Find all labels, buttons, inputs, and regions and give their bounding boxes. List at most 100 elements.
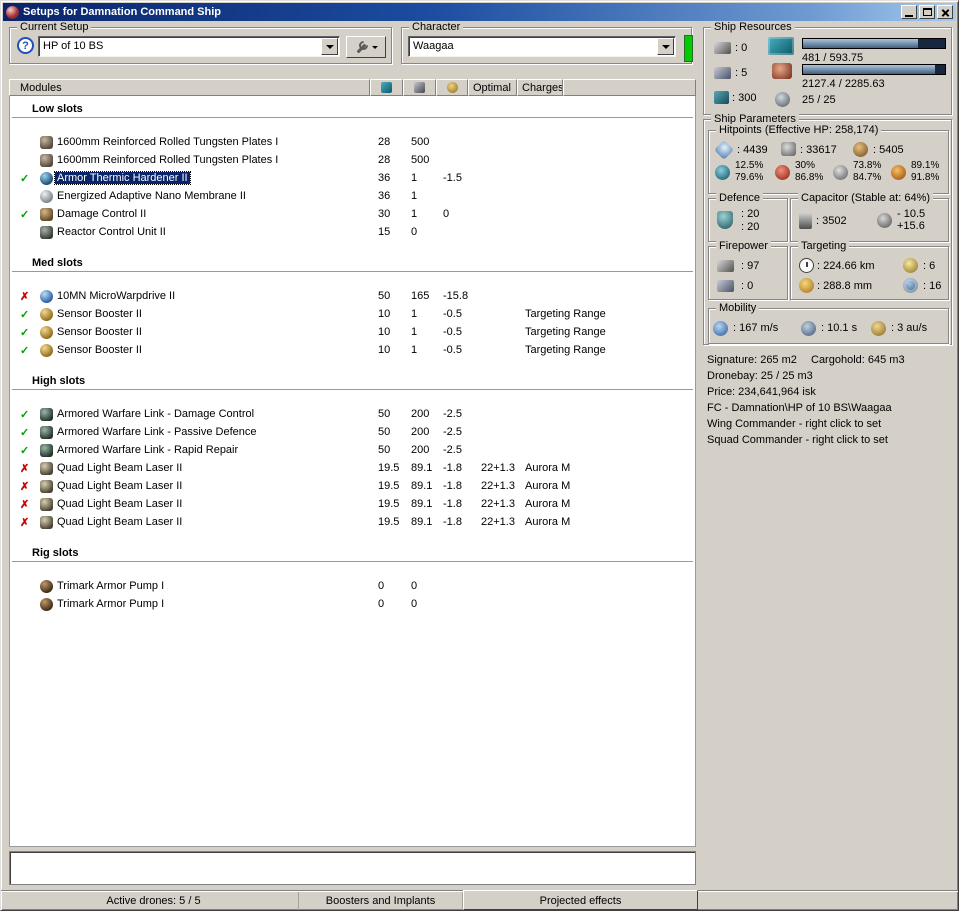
module-row[interactable]: ✗ Quad Light Beam Laser II 19.5 89.1 -1.8 22+… (10, 496, 695, 514)
module-row[interactable]: ✓ Armored Warfare Link - Damage Control 50… (10, 406, 695, 424)
align-time-value: : 10.1 s (821, 322, 858, 334)
module-row[interactable]: Energized Adaptive Nano Membrane II 36 1 (10, 188, 695, 206)
module-row[interactable]: ✓ Armored Warfare Link - Passive Defence 5… (10, 424, 695, 442)
setup-tools-button[interactable] (346, 36, 386, 58)
tab-boosters-implants[interactable]: Boosters and Implants (299, 892, 463, 910)
module-cpu-value: 19.5 (378, 516, 400, 528)
titlebar[interactable]: Setups for Damnation Command Ship (3, 3, 956, 21)
module-row[interactable]: ✗ Quad Light Beam Laser II 19.5 89.1 -1.8 22+… (10, 460, 695, 478)
module-optimal-value: 22+1.3 (481, 516, 515, 528)
modules-column-header[interactable]: Modules (9, 79, 370, 96)
module-row[interactable]: ✗ 10MN MicroWarpdrive II 50 165 -15.8 (10, 288, 695, 306)
projected-effects-panel[interactable] (9, 851, 696, 885)
wing-commander-value[interactable]: Wing Commander - right click to set (707, 418, 953, 434)
status-ok-icon: ✓ (20, 173, 30, 185)
character-combobox[interactable]: Waagaa (408, 36, 676, 57)
module-row[interactable]: Trimark Armor Pump I 0 0 (10, 596, 695, 614)
capacitor-title: Capacitor (Stable at: 64%) (798, 192, 934, 204)
character-combo-dropdown-button[interactable] (657, 38, 674, 55)
optimal-column-header[interactable]: Optimal (468, 79, 517, 96)
setup-combobox-value: HP of 10 BS (43, 40, 104, 52)
cpu-column-header[interactable] (370, 79, 403, 96)
status-ok-icon: ✓ (20, 445, 30, 457)
em-shield-resist: 12.5% (735, 160, 764, 171)
module-powergrid-value: 0 (411, 580, 418, 592)
module-optimal-value: 22+1.3 (481, 480, 515, 492)
nano-membrane-icon (40, 190, 53, 203)
drone-bandwidth-value: 25 / 25 (802, 94, 836, 106)
tab-active-drones[interactable]: Active drones: 5 / 5 (9, 892, 299, 910)
window-title: Setups for Damnation Command Ship (23, 6, 222, 18)
targeting-range-icon (799, 258, 814, 273)
module-row[interactable]: ✓ Armor Thermic Hardener II 36 1 -1.5 (10, 170, 695, 188)
module-powergrid-value: 1 (411, 172, 418, 184)
module-optimal-value: 22+1.3 (481, 498, 515, 510)
module-row[interactable]: ✓ Sensor Booster II 10 1 -0.5 Targeting Range (10, 306, 695, 324)
module-cpu-value: 0 (378, 580, 385, 592)
module-row[interactable]: ✗ Quad Light Beam Laser II 19.5 89.1 -1.8 22+… (10, 478, 695, 496)
module-row[interactable]: ✓ Damage Control II 30 1 0 (10, 206, 695, 224)
module-row[interactable]: ✓ Sensor Booster II 10 1 -0.5 Targeting Range (10, 324, 695, 342)
minimize-button[interactable] (901, 5, 917, 19)
modules-list[interactable]: Low slots 1600mm Reinforced Rolled Tungst… (9, 96, 696, 847)
defence-group: Defence : 20 : 20 (708, 192, 788, 242)
maximize-icon (922, 8, 932, 16)
module-name: 1600mm Reinforced Rolled Tungsten Plates… (57, 154, 279, 166)
cpu-icon (768, 37, 794, 55)
ship-resources-group: Ship Resources : 0 : 5 : 300 481 / 593.7… (703, 21, 952, 115)
scan-resolution-value: : 288.8 mm (817, 280, 873, 292)
module-powergrid-value: 500 (411, 154, 430, 166)
hull-hp-value: : 5405 (873, 144, 904, 156)
firepower-title: Firepower (716, 240, 771, 252)
app-window: Setups for Damnation Command Ship Curren… (0, 0, 959, 911)
module-cap-value: -0.5 (443, 344, 462, 356)
defence-icon (717, 211, 733, 229)
module-row[interactable]: Reactor Control Unit II 15 0 (10, 224, 695, 242)
defence-value-2: : 20 (741, 221, 760, 233)
ship-info: Signature: 265 m2 Cargohold: 645 m3 Dron… (707, 354, 953, 450)
squad-commander-value[interactable]: Squad Commander - right click to set (707, 434, 953, 450)
close-button[interactable] (937, 5, 953, 19)
chevron-down-icon (371, 45, 378, 49)
turret-dps-icon (717, 260, 734, 272)
tab-projected-effects[interactable]: Projected effects (463, 890, 698, 910)
slot-section-header: Low slots (12, 102, 693, 118)
character-skill-indicator (684, 35, 693, 62)
module-row[interactable]: 1600mm Reinforced Rolled Tungsten Plates… (10, 134, 695, 152)
module-row[interactable]: ✓ Armored Warfare Link - Rapid Repair 50 20… (10, 442, 695, 460)
module-powergrid-value: 200 (411, 426, 430, 438)
capacitor-column-header[interactable] (436, 79, 468, 96)
capacitor-amount-icon (799, 213, 812, 229)
module-charges-value: Targeting Range (525, 344, 606, 356)
maximize-button[interactable] (919, 5, 935, 19)
help-button[interactable]: ? (17, 37, 34, 54)
module-powergrid-value: 500 (411, 136, 430, 148)
module-row[interactable]: Trimark Armor Pump I 0 0 (10, 578, 695, 596)
module-row[interactable]: ✗ Quad Light Beam Laser II 19.5 89.1 -1.8 22+… (10, 514, 695, 532)
module-cpu-value: 36 (378, 172, 391, 184)
setup-combobox[interactable]: HP of 10 BS (38, 36, 340, 57)
module-name: 10MN MicroWarpdrive II (57, 290, 176, 302)
status-ok-icon: ✓ (20, 345, 30, 357)
module-cap-value: -2.5 (443, 444, 462, 456)
capacitor-group: Capacitor (Stable at: 64%) : 3502 - 10.5… (790, 192, 949, 242)
slot-section-title: Low slots (32, 103, 83, 115)
module-name: Quad Light Beam Laser II (57, 462, 183, 474)
capacitor-usage-value: - 10.5 (897, 208, 926, 220)
max-targets-icon (903, 258, 918, 273)
module-row[interactable]: ✓ Sensor Booster II 10 1 -0.5 Targeting Range (10, 342, 695, 360)
module-name: Quad Light Beam Laser II (57, 480, 183, 492)
reactor-control-icon (40, 226, 53, 239)
setup-combo-dropdown-button[interactable] (321, 38, 338, 55)
module-cpu-value: 10 (378, 344, 391, 356)
powergrid-icon (772, 63, 792, 79)
charges-column-header[interactable]: Charges (517, 79, 563, 96)
module-powergrid-value: 1 (411, 344, 418, 356)
status-ok-icon: ✓ (20, 327, 30, 339)
module-row[interactable]: 1600mm Reinforced Rolled Tungsten Plates… (10, 152, 695, 170)
module-name: Armored Warfare Link - Rapid Repair (57, 444, 239, 456)
module-name: Armored Warfare Link - Damage Control (57, 408, 255, 420)
slot-section-header: Med slots (12, 256, 693, 272)
module-cpu-value: 28 (378, 154, 391, 166)
powergrid-column-header[interactable] (403, 79, 436, 96)
